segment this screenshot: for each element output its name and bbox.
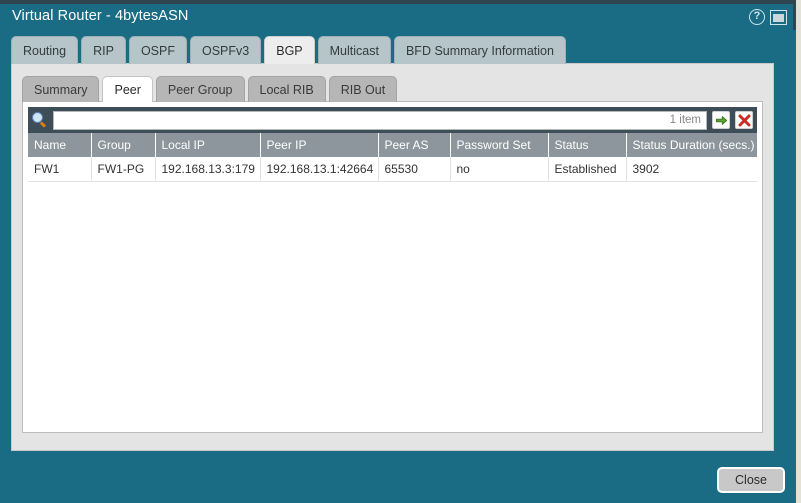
question-circle-icon[interactable]: ? [749,9,765,25]
search-input[interactable]: 1 item [53,110,707,130]
cell-status: Established [548,157,627,182]
column-header-group[interactable]: Group [91,133,156,157]
column-header-status-duration[interactable]: Status Duration (secs.) [626,133,757,157]
tab-bgp[interactable]: BGP [264,36,315,64]
search-icon[interactable] [32,112,48,128]
cell-peer-ip: 192.168.13.1:42664 [260,157,379,182]
sub-tab-bar: Summary Peer Peer Group Local RIB RIB Ou… [22,76,398,102]
subtab-summary[interactable]: Summary [22,76,100,102]
cell-peer-as: 65530 [378,157,451,182]
cell-local-ip: 192.168.13.3:179 [155,157,261,182]
tab-bfd-summary-information[interactable]: BFD Summary Information [393,36,566,64]
tab-multicast[interactable]: Multicast [317,36,391,64]
peer-table-container: 1 item Name Group Local IP Peer IP Peer … [22,101,763,433]
cell-status-duration: 3902 [626,157,757,182]
window-tools: ? [749,9,787,25]
column-header-local-ip[interactable]: Local IP [155,133,261,157]
tab-ospfv3[interactable]: OSPFv3 [189,36,262,64]
table-header-row: Name Group Local IP Peer IP Peer AS Pass… [28,133,757,157]
page-title: Virtual Router - 4bytesASN [12,8,189,24]
subtab-peer[interactable]: Peer [102,76,153,102]
subtab-peer-group[interactable]: Peer Group [155,76,245,102]
column-header-peer-as[interactable]: Peer AS [378,133,451,157]
subtab-local-rib[interactable]: Local RIB [247,76,326,102]
main-tab-bar: Routing RIP OSPF OSPFv3 BGP Multicast BF… [11,36,566,64]
table-row[interactable]: FW1 FW1-PG 192.168.13.3:179 192.168.13.1… [28,157,757,182]
table-toolbar: 1 item [28,107,757,133]
red-x-icon[interactable] [735,111,753,129]
tab-ospf[interactable]: OSPF [128,36,187,64]
tab-rip[interactable]: RIP [81,36,126,64]
cell-group: FW1-PG [91,157,156,182]
page-right-edge-dark [793,4,796,30]
close-button[interactable]: Close [717,467,785,493]
peer-table: Name Group Local IP Peer IP Peer AS Pass… [28,133,757,182]
arrow-right-icon[interactable] [712,111,730,129]
column-header-status[interactable]: Status [548,133,627,157]
cell-name[interactable]: FW1 [28,157,92,182]
subtab-rib-out[interactable]: RIB Out [328,76,398,102]
column-header-name[interactable]: Name [28,133,92,157]
tab-routing[interactable]: Routing [11,36,79,64]
column-header-peer-ip[interactable]: Peer IP [260,133,379,157]
cell-password-set: no [450,157,549,182]
column-header-password-set[interactable]: Password Set [450,133,549,157]
window-restore-icon[interactable] [770,9,787,25]
titlebar-strip [0,0,801,4]
page-right-edge [796,0,801,503]
